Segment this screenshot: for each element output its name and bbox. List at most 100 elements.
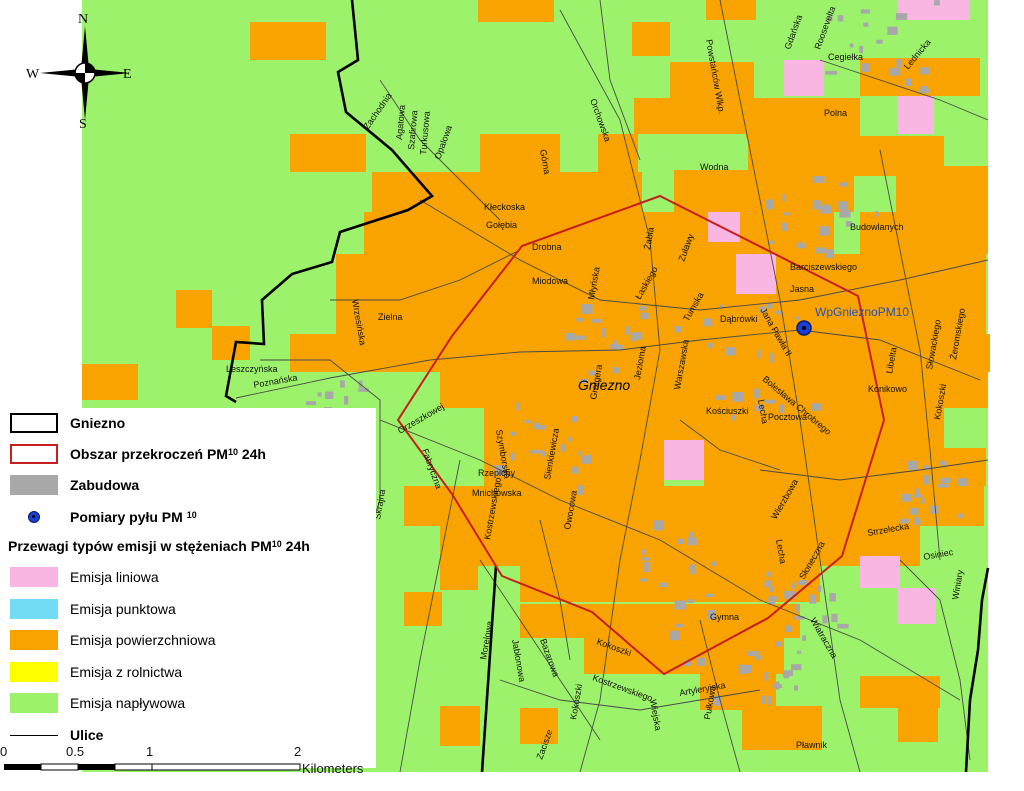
building (748, 651, 759, 656)
legend-label-measurement: Pomiary pyłu PM 10 (70, 509, 197, 525)
surface-emission-cell (336, 254, 986, 294)
compass-e: E (123, 67, 132, 82)
scale-tick-0: 0 (0, 744, 7, 759)
scale-segment (4, 764, 41, 770)
street-label: Wodna (700, 162, 728, 172)
building (632, 332, 643, 340)
building (876, 39, 883, 44)
building (533, 422, 540, 430)
surface-emission-cell (250, 22, 326, 60)
scale-segment (151, 763, 301, 771)
building (625, 326, 630, 335)
scale-tick-0-5: 0.5 (66, 744, 84, 759)
emission-swatch (10, 567, 58, 587)
surface-emission-cell (520, 708, 558, 744)
building (674, 326, 682, 333)
scale-segment (114, 763, 153, 771)
building (811, 403, 821, 411)
building (644, 562, 651, 572)
building (340, 380, 345, 388)
building (769, 586, 773, 593)
building (690, 564, 697, 575)
building (819, 226, 830, 236)
buildings-swatch (10, 475, 58, 495)
building (896, 58, 902, 68)
building (917, 519, 921, 524)
street-label: Rzepichy (478, 468, 516, 478)
street-line-icon (10, 734, 58, 736)
station-label: WpGnieznoPM10 (815, 305, 909, 319)
surface-emission-cell (898, 704, 938, 742)
building (560, 444, 566, 452)
building (957, 478, 968, 486)
street-label: Polna (824, 108, 847, 118)
building (768, 596, 779, 600)
linear-emission-cell (898, 588, 936, 624)
legend-label-emission: Emisja liniowa (70, 569, 159, 585)
building (766, 199, 774, 210)
building (591, 318, 602, 323)
building (901, 493, 912, 502)
building (725, 347, 735, 356)
measurement-swatch (10, 507, 58, 527)
compass-w: W (26, 67, 40, 82)
street-label: Pławnik (796, 740, 828, 750)
building (510, 431, 517, 436)
measurement-point-dot (32, 515, 35, 518)
measurement-station-center (802, 326, 806, 330)
building (670, 630, 680, 641)
building (860, 9, 870, 14)
building (687, 537, 697, 546)
building (934, 0, 940, 6)
surface-emission-cell (176, 290, 212, 328)
building (861, 63, 870, 72)
building (325, 391, 334, 399)
emission-swatch (10, 598, 58, 619)
north-arrow: N S E W (26, 14, 132, 132)
building (770, 352, 775, 363)
building (782, 194, 786, 202)
surface-emission-cell (634, 98, 746, 134)
building (795, 604, 799, 613)
building (754, 388, 761, 399)
street-label: Barciszewskiego (790, 262, 857, 272)
compass-n: N (78, 14, 88, 27)
legend-label-emission: Emisja powierzchniowa (70, 632, 216, 648)
building (530, 449, 542, 454)
scale-tick-2: 2 (294, 744, 301, 759)
surface-emission-cell (520, 604, 800, 638)
building (829, 593, 836, 602)
surface-emission-cell (440, 556, 478, 590)
building (610, 344, 620, 349)
building (887, 26, 898, 35)
building (757, 349, 761, 359)
legend-row-boundary: Gniezno (0, 410, 125, 436)
building (720, 304, 724, 308)
building (784, 212, 790, 216)
compass-s: S (79, 117, 87, 132)
building (940, 477, 951, 484)
building (696, 657, 706, 666)
building (837, 623, 849, 629)
surface-emission-cell (860, 212, 988, 254)
linear-emission-cell (736, 254, 776, 294)
building (524, 420, 531, 424)
legend-label-emission: Emisja punktowa (70, 600, 176, 617)
building (797, 650, 802, 654)
legend-label-boundary: Gniezno (70, 415, 126, 431)
building (570, 466, 579, 474)
building (769, 240, 773, 244)
building (775, 641, 783, 647)
building (581, 304, 593, 314)
building (766, 571, 771, 577)
street-label: Cegiełka (828, 52, 863, 62)
building (618, 344, 623, 350)
surface-emission-cell (478, 0, 554, 22)
legend-label-exceedance: Obszar przekroczeń PM10 24h (70, 446, 266, 462)
building (574, 335, 587, 340)
building (889, 67, 901, 76)
building (764, 672, 769, 681)
building (539, 425, 546, 430)
surface-emission-cell (632, 22, 670, 56)
street-label: Miodowa (532, 276, 568, 286)
